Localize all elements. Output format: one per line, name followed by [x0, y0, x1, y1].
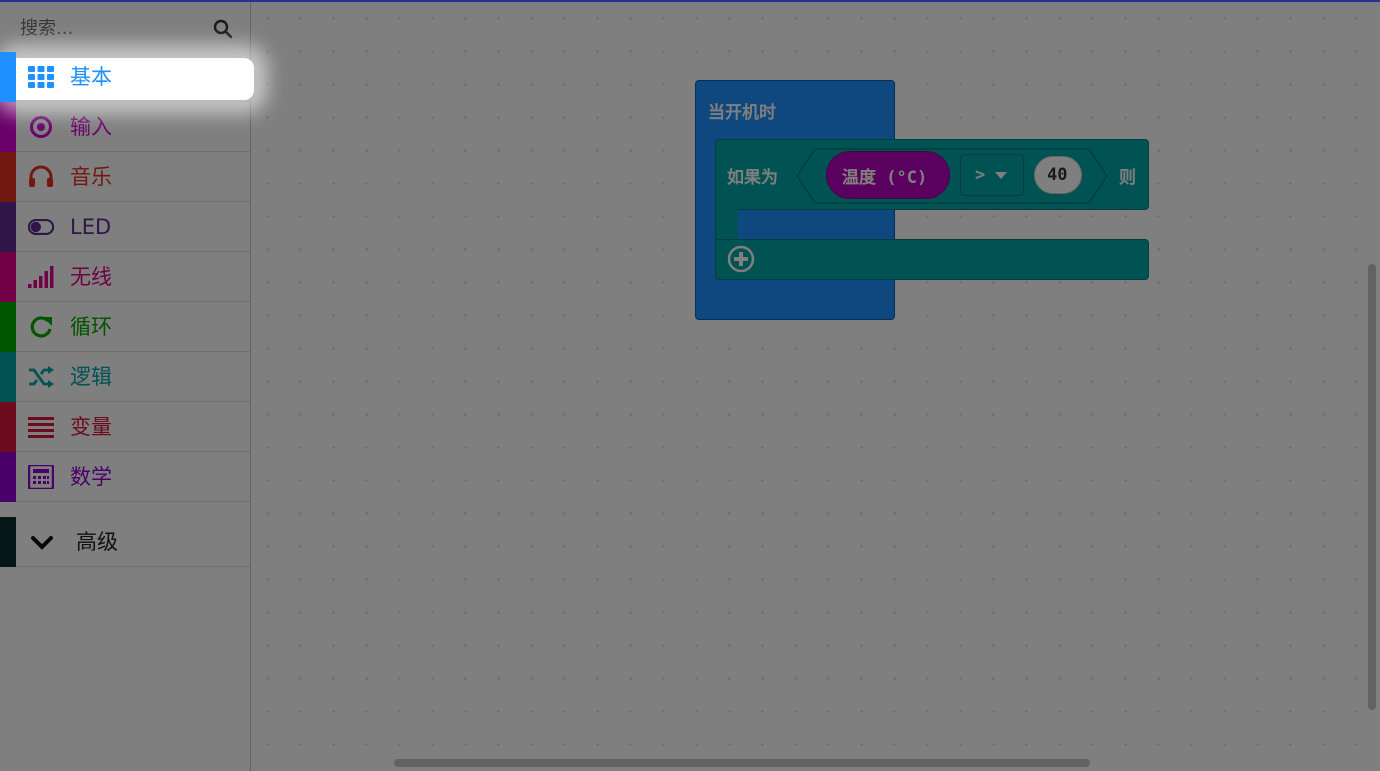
- category-color-bar: [0, 517, 16, 567]
- highlighted-category-bar: [0, 52, 16, 102]
- category-input[interactable]: 输入: [0, 102, 250, 152]
- toolbox-search: [0, 2, 250, 52]
- category-label: 循环: [70, 315, 112, 339]
- category-radio[interactable]: 无线: [0, 252, 250, 302]
- category-label: 无线: [70, 265, 112, 289]
- category-music[interactable]: 音乐: [0, 152, 250, 202]
- category-color-bar: [0, 102, 16, 152]
- category-led[interactable]: LED: [0, 202, 250, 252]
- category-label: 音乐: [70, 165, 112, 189]
- if-label: 如果为: [727, 168, 778, 188]
- then-label: 则: [1119, 168, 1136, 188]
- category-color-bar: [0, 352, 16, 402]
- horizontal-scrollbar[interactable]: [394, 759, 1090, 767]
- category-label: 数学: [70, 465, 112, 489]
- highlighted-category-label[interactable]: 基本: [70, 64, 112, 90]
- category-label: 逻辑: [70, 365, 112, 389]
- category-color-bar: [0, 302, 16, 352]
- signal-bars-icon: [28, 266, 54, 288]
- calculator-icon: [28, 465, 54, 489]
- vertical-scrollbar[interactable]: [1368, 264, 1376, 710]
- target-icon: [30, 116, 52, 138]
- search-icon[interactable]: [213, 19, 233, 39]
- category-label: 输入: [70, 115, 112, 139]
- chevron-down-icon: [31, 536, 53, 550]
- if-block-footer[interactable]: [715, 239, 1149, 280]
- category-label: 变量: [70, 415, 112, 439]
- headphones-icon: [29, 165, 53, 187]
- category-loops[interactable]: 循环: [0, 302, 250, 352]
- grid-icon: [28, 66, 54, 88]
- category-color-bar: [0, 402, 16, 452]
- search-input[interactable]: [20, 16, 200, 40]
- dropdown-caret-icon: [995, 172, 1007, 179]
- top-accent-line: [0, 0, 1380, 2]
- category-math[interactable]: 数学: [0, 452, 250, 502]
- on-start-label: 当开机时: [708, 103, 776, 123]
- category-color-bar: [0, 202, 16, 252]
- category-color-bar: [0, 152, 16, 202]
- category-label: 高级: [76, 530, 118, 554]
- category-advanced[interactable]: 高级: [0, 517, 250, 567]
- operator-dropdown[interactable]: [960, 154, 1024, 196]
- operator-label: >: [975, 165, 986, 185]
- category-variables[interactable]: 变量: [0, 402, 250, 452]
- temperature-label: 温度 (°C): [842, 168, 928, 188]
- category-logic[interactable]: 逻辑: [0, 352, 250, 402]
- number-value: 40: [1047, 165, 1068, 185]
- refresh-icon: [30, 316, 52, 338]
- category-color-bar: [0, 252, 16, 302]
- category-label: LED: [70, 215, 112, 239]
- toggle-icon: [28, 218, 54, 236]
- category-color-bar: [0, 452, 16, 502]
- toolbox: 基本 输入 音乐 LED: [0, 0, 251, 771]
- lines-icon: [28, 417, 54, 438]
- shuffle-icon: [29, 366, 54, 388]
- add-else-icon[interactable]: [727, 245, 755, 273]
